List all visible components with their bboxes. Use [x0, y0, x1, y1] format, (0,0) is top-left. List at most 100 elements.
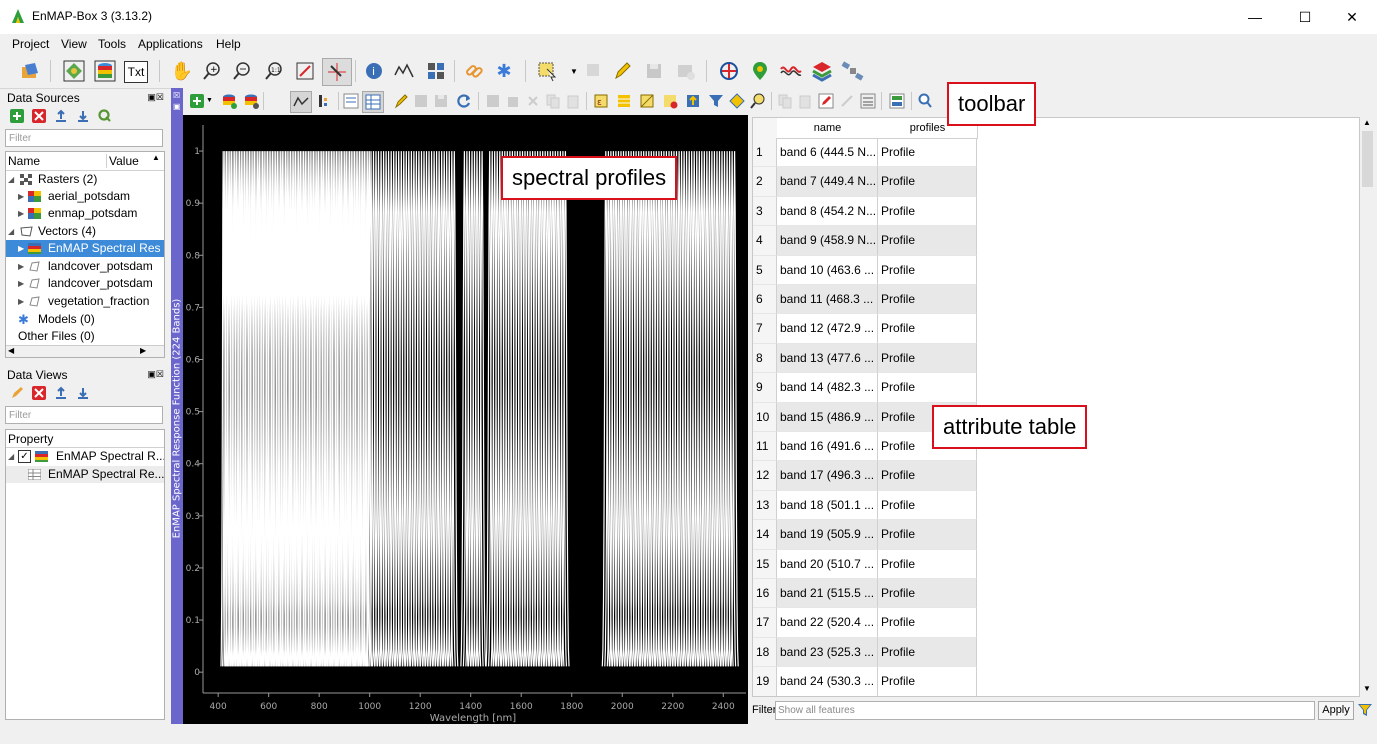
cell-name[interactable]: band 14 (482.3 ...: [777, 373, 878, 403]
horizontal-scrollbar[interactable]: ◀ ▶: [6, 345, 164, 357]
scrollbar-thumb[interactable]: [1362, 131, 1373, 187]
table-row[interactable]: 8 band 13 (477.6 ... Profile: [753, 343, 977, 374]
process-algorithm-icon[interactable]: [717, 59, 741, 83]
row-number[interactable]: 14: [753, 520, 777, 550]
expand-arrow-icon[interactable]: ▶: [18, 240, 24, 257]
select-location-icon[interactable]: [322, 58, 352, 86]
dropdown-chevron-icon[interactable]: ▼: [206, 97, 222, 113]
cell-name[interactable]: band 19 (505.9 ...: [777, 520, 878, 550]
select-all-icon[interactable]: [616, 93, 632, 109]
conditional-formatting-icon[interactable]: [889, 93, 905, 109]
save-edits-icon[interactable]: [433, 93, 449, 109]
menu-applications[interactable]: Applications: [138, 37, 203, 51]
tree-item-aerial-potsdam[interactable]: ▶ aerial_potsdam: [6, 188, 164, 205]
table-row[interactable]: 3 band 8 (454.2 N... Profile: [753, 196, 977, 227]
expand-all-icon[interactable]: [76, 109, 90, 123]
table-row[interactable]: 16 band 21 (515.5 ... Profile: [753, 579, 977, 609]
filter-icon[interactable]: [1357, 702, 1373, 718]
invert-selection-icon[interactable]: [639, 93, 655, 109]
row-number[interactable]: 13: [753, 490, 777, 521]
row-number[interactable]: 2: [753, 167, 777, 197]
edit-field-icon[interactable]: [818, 93, 834, 109]
cell-name[interactable]: band 10 (463.6 ...: [777, 255, 878, 285]
view-dock-buttons[interactable]: ☒ ▣: [173, 90, 182, 114]
cell-name[interactable]: band 21 (515.5 ...: [777, 579, 878, 609]
row-number[interactable]: 12: [753, 461, 777, 491]
menu-view[interactable]: View: [61, 37, 87, 51]
row-number[interactable]: 4: [753, 226, 777, 256]
tree-item-enmap-spectral-response[interactable]: ▶ EnMAP Spectral Res: [6, 240, 164, 257]
column-header-name[interactable]: name: [777, 118, 879, 139]
menu-project[interactable]: Project: [12, 37, 49, 51]
multi-edit-icon[interactable]: [413, 93, 429, 109]
table-row[interactable]: 9 band 14 (482.3 ... Profile: [753, 373, 977, 403]
scroll-up-icon[interactable]: ▲: [152, 153, 160, 162]
cell-profiles[interactable]: Profile: [878, 637, 977, 668]
cell-name[interactable]: band 15 (486.9 ...: [777, 402, 878, 432]
menu-tools[interactable]: Tools: [98, 37, 126, 51]
expand-arrow-icon[interactable]: ▶: [18, 258, 24, 275]
table-row[interactable]: 2 band 7 (449.4 N... Profile: [753, 167, 977, 197]
filter-features-icon[interactable]: [708, 93, 724, 109]
open-project-icon[interactable]: [18, 59, 42, 83]
export-spectral-library-icon[interactable]: [243, 93, 259, 109]
form-view-icon[interactable]: [343, 93, 359, 109]
paste-icon[interactable]: [565, 93, 581, 109]
tree-item-enmap-spectral-view[interactable]: ◢ ✓ EnMAP Spectral R...: [6, 448, 164, 465]
copy-rows-icon[interactable]: [777, 93, 793, 109]
cell-name[interactable]: band 12 (472.9 ...: [777, 314, 878, 344]
zoom-in-icon[interactable]: +: [200, 59, 224, 83]
profile-settings-icon[interactable]: [317, 93, 333, 109]
cell-profiles[interactable]: Profile: [878, 167, 977, 197]
tree-item-enmap-potsdam[interactable]: ▶ enmap_potsdam: [6, 205, 164, 222]
cell-profiles[interactable]: Profile: [878, 549, 977, 579]
cell-profiles[interactable]: Profile: [878, 226, 977, 256]
cell-profiles[interactable]: Profile: [878, 579, 977, 609]
table-row[interactable]: 15 band 20 (510.7 ... Profile: [753, 549, 977, 579]
add-feature-icon[interactable]: [674, 59, 698, 83]
row-number[interactable]: 9: [753, 373, 777, 403]
pan-icon[interactable]: ✋: [170, 59, 194, 83]
remove-view-icon[interactable]: [32, 386, 46, 400]
layer-stack-icon[interactable]: [810, 59, 834, 83]
reload-icon[interactable]: [456, 93, 472, 109]
table-row[interactable]: 6 band 11 (468.3 ... Profile: [753, 285, 977, 315]
cell-profiles[interactable]: Profile: [878, 461, 977, 491]
maximize-button[interactable]: ☐: [1290, 6, 1320, 28]
cell-profiles[interactable]: Profile: [878, 138, 977, 168]
row-number[interactable]: 18: [753, 637, 777, 668]
tree-item-vegetation-fraction[interactable]: ▶ vegetation_fraction: [6, 293, 164, 310]
corner-header[interactable]: [753, 118, 778, 139]
table-row[interactable]: 18 band 23 (525.3 ... Profile: [753, 637, 977, 668]
cell-name[interactable]: band 17 (496.3 ...: [777, 461, 878, 491]
table-view-button[interactable]: [362, 91, 384, 113]
qgis-sync-icon[interactable]: [98, 109, 112, 123]
tree-item-rasters[interactable]: ◢ Rasters (2): [6, 171, 164, 188]
move-selection-to-top-icon[interactable]: [685, 93, 701, 109]
cell-profiles[interactable]: Profile: [878, 520, 977, 550]
deselect-all-icon[interactable]: [662, 93, 678, 109]
cell-name[interactable]: band 20 (510.7 ...: [777, 549, 878, 579]
delete-field-icon[interactable]: [839, 93, 855, 109]
cell-name[interactable]: band 13 (477.6 ...: [777, 343, 878, 374]
cell-profiles[interactable]: Profile: [878, 373, 977, 403]
column-name-header[interactable]: Name: [8, 154, 40, 168]
row-number[interactable]: 1: [753, 138, 777, 168]
tree-item-landcover-potsdam-2[interactable]: ▶ landcover_potsdam: [6, 275, 164, 292]
satellite-icon[interactable]: [841, 59, 865, 83]
tree-item-models[interactable]: ✱ Models (0): [6, 311, 164, 328]
table-row[interactable]: 14 band 19 (505.9 ... Profile: [753, 520, 977, 550]
scroll-down-icon[interactable]: ▼: [1363, 684, 1371, 693]
table-vertical-scrollbar[interactable]: ▲ ▼: [1360, 117, 1375, 697]
collapse-arrow-icon[interactable]: ◢: [8, 448, 14, 465]
identify-profile-icon[interactable]: [392, 59, 416, 83]
table-row[interactable]: 4 band 9 (458.9 N... Profile: [753, 226, 977, 256]
row-number[interactable]: 6: [753, 285, 777, 315]
cell-name[interactable]: band 22 (520.4 ...: [777, 608, 878, 638]
import-spectral-library-icon[interactable]: [221, 93, 237, 109]
cell-profiles[interactable]: Profile: [878, 285, 977, 315]
visibility-checkbox[interactable]: ✓: [18, 450, 31, 463]
location-browser-icon[interactable]: [748, 59, 772, 83]
collapse-arrow-icon[interactable]: ◢: [8, 171, 14, 188]
expand-arrow-icon[interactable]: ▶: [18, 293, 24, 310]
